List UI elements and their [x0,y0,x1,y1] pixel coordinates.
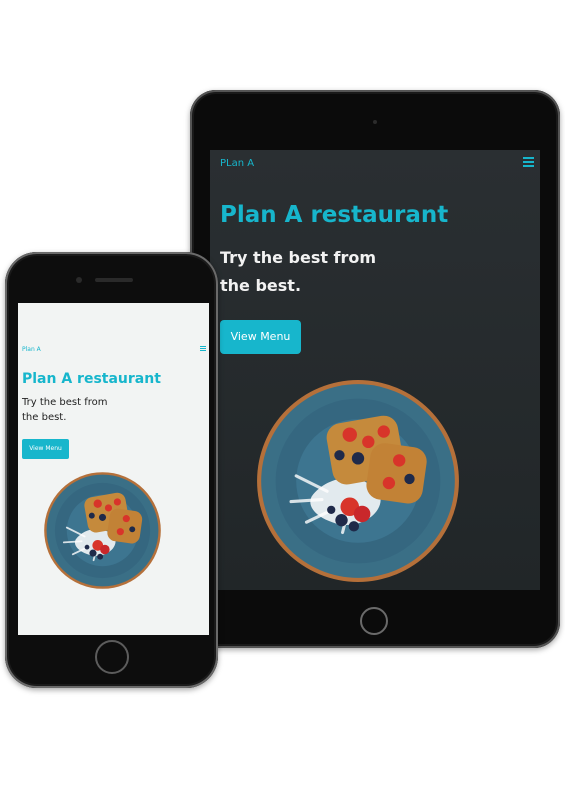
hero-subtitle-line-1: Try the best from [22,397,108,408]
hero-title: Plan A restaurant [220,202,449,228]
hamburger-menu-icon[interactable] [523,157,534,169]
tablet-device: PLan A Plan A restaurant Try the best fr… [190,90,560,648]
phone-camera [76,277,82,283]
brand-logo[interactable]: Plan A [22,346,41,353]
tablet-camera [373,120,377,124]
phone-device: Plan A Plan A restaurant Try the best fr… [5,252,218,688]
phone-speaker [95,278,133,282]
hero-subtitle-line-2: the best. [22,412,67,423]
brand-logo[interactable]: PLan A [220,158,254,169]
food-plate-image [44,472,161,589]
hero-subtitle-line-2: the best. [220,276,302,295]
hero-subtitle: Try the best from the best. [22,395,132,425]
view-menu-button[interactable]: View Menu [22,439,69,459]
food-plate-image [257,380,459,582]
hero-subtitle-line-1: Try the best from [220,248,377,267]
home-button[interactable] [360,607,388,635]
phone-screen: Plan A Plan A restaurant Try the best fr… [18,303,209,635]
view-menu-button[interactable]: View Menu [220,320,301,354]
hero-title: Plan A restaurant [22,371,161,387]
hero-subtitle: Try the best from the best. [220,244,420,300]
home-button[interactable] [95,640,129,674]
tablet-screen: PLan A Plan A restaurant Try the best fr… [210,150,540,590]
hamburger-menu-icon[interactable] [200,346,206,352]
